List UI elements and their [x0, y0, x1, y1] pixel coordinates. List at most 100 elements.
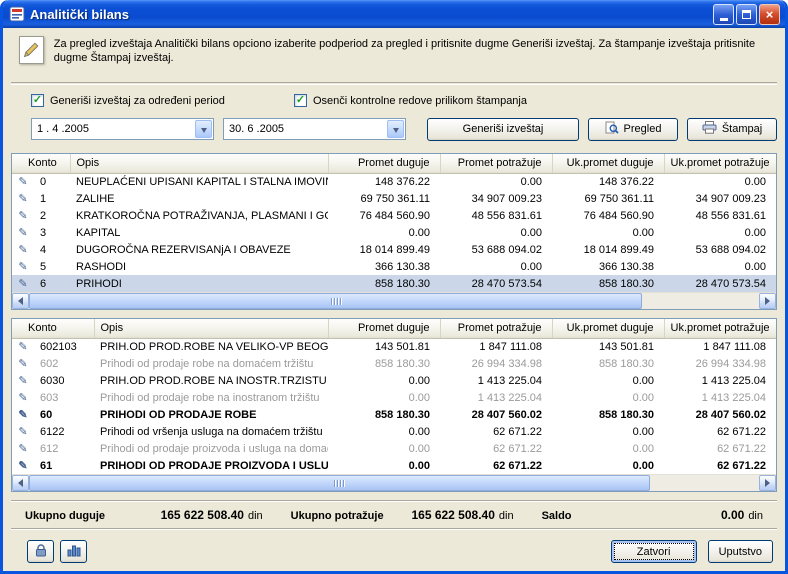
row-edit-button[interactable]: ✎	[12, 355, 34, 372]
row-edit-button[interactable]: ✎	[12, 423, 34, 440]
up-cell: 0.00	[664, 258, 776, 275]
pencil-icon: ✎	[18, 358, 27, 370]
scrollbar-track[interactable]	[29, 293, 759, 309]
table-row[interactable]: ✎1ZALIHE69 750 361.1134 907 009.2369 750…	[12, 190, 776, 207]
date-from-picker[interactable]: 1 . 4 .2005	[31, 118, 214, 140]
row-edit-button[interactable]: ✎	[12, 241, 34, 258]
scrollbar-thumb[interactable]	[29, 475, 650, 491]
konto-cell: 6030	[34, 372, 94, 389]
lock-button[interactable]	[27, 540, 54, 563]
table-row[interactable]: ✎5RASHODI366 130.380.00366 130.380.00	[12, 258, 776, 275]
ud-cell: 858 180.30	[552, 406, 664, 423]
scrollbar-track[interactable]	[29, 475, 759, 491]
header-promet-potrazuje[interactable]: Promet potražuje	[440, 319, 552, 338]
pp-cell: 28 407 560.02	[440, 406, 552, 423]
scroll-left-button[interactable]	[12, 475, 29, 491]
lock-icon	[35, 544, 47, 560]
table-row[interactable]: ✎6PRIHODI858 180.3028 470 573.54858 180.…	[12, 275, 776, 292]
header-uk-promet-duguje[interactable]: Uk.promet duguje	[552, 154, 664, 173]
close-button[interactable]: ×	[759, 4, 780, 25]
titlebar[interactable]: Analitički bilans ×	[3, 0, 785, 28]
header-konto[interactable]: Konto	[12, 154, 70, 173]
row-edit-button[interactable]: ✎	[12, 440, 34, 457]
row-edit-button[interactable]: ✎	[12, 224, 34, 241]
table-row[interactable]: ✎4DUGOROČNA REZERVISANjA I OBAVEZE18 014…	[12, 241, 776, 258]
table-row[interactable]: ✎3KAPITAL0.000.000.000.00	[12, 224, 776, 241]
date-to-picker[interactable]: 30. 6 .2005	[223, 118, 406, 140]
options-row: ✓ Generiši izveštaj za određeni period ✓…	[11, 93, 777, 108]
opis-cell: Prihodi od prodaje robe na domaćem tržiš…	[94, 355, 328, 372]
header-uk-promet-potrazuje[interactable]: Uk.promet potražuje	[664, 154, 776, 173]
pp-cell: 62 671.22	[440, 440, 552, 457]
saldo-value: 0.00	[721, 508, 744, 522]
row-edit-button[interactable]: ✎	[12, 406, 34, 423]
up-cell: 1 413 225.04	[664, 372, 776, 389]
header-uk-promet-duguje[interactable]: Uk.promet duguje	[552, 319, 664, 338]
header-promet-duguje[interactable]: Promet duguje	[328, 319, 440, 338]
table-row[interactable]: ✎612Prihodi od prodaje proizvoda i uslug…	[12, 440, 776, 457]
header-opis[interactable]: Opis	[70, 154, 328, 173]
table-header-row: Konto Opis Promet duguje Promet potražuj…	[12, 319, 776, 338]
row-edit-button[interactable]: ✎	[12, 372, 34, 389]
pd-cell: 148 376.22	[328, 173, 440, 190]
ud-cell: 366 130.38	[552, 258, 664, 275]
total-credit-group: Ukupno potražuje 165 622 508.40din	[291, 506, 542, 524]
row-edit-button[interactable]: ✎	[12, 258, 34, 275]
table-row[interactable]: ✎2KRATKOROČNA POTRAŽIVANJA, PLASMANI I G…	[12, 207, 776, 224]
row-edit-button[interactable]: ✎	[12, 389, 34, 406]
table-row[interactable]: ✎0NEUPLAĆENI UPISANI KAPITAL I STALNA IM…	[12, 173, 776, 190]
chart-button[interactable]	[60, 540, 87, 563]
horizontal-scrollbar[interactable]	[12, 292, 776, 309]
ud-cell: 0.00	[552, 423, 664, 440]
row-edit-button[interactable]: ✎	[12, 338, 34, 355]
pd-cell: 143 501.81	[328, 338, 440, 355]
header-promet-duguje[interactable]: Promet duguje	[328, 154, 440, 173]
row-edit-button[interactable]: ✎	[12, 275, 34, 292]
info-panel: Za pregled izveštaja Analitički bilans o…	[13, 36, 775, 76]
pd-cell: 18 014 899.49	[328, 241, 440, 258]
row-edit-button[interactable]: ✎	[12, 190, 34, 207]
scroll-left-button[interactable]	[12, 293, 29, 309]
pd-cell: 76 484 560.90	[328, 207, 440, 224]
ud-cell: 858 180.30	[552, 275, 664, 292]
pd-cell: 0.00	[328, 440, 440, 457]
print-button[interactable]: Štampaj	[687, 118, 777, 141]
table-row[interactable]: ✎60PRIHODI OD PRODAJE ROBE858 180.3028 4…	[12, 406, 776, 423]
horizontal-scrollbar[interactable]	[12, 474, 776, 491]
scroll-right-button[interactable]	[759, 293, 776, 309]
up-cell: 48 556 831.61	[664, 207, 776, 224]
currency-unit: din	[748, 510, 763, 522]
period-checkbox-box[interactable]: ✓	[31, 94, 44, 107]
close-window-button[interactable]: Zatvori	[611, 540, 697, 563]
help-button[interactable]: Uputstvo	[708, 540, 773, 563]
header-konto[interactable]: Konto	[12, 319, 94, 338]
header-promet-potrazuje[interactable]: Promet potražuje	[440, 154, 552, 173]
table-row[interactable]: ✎602103PRIH.OD PROD.ROBE NA VELIKO-VP BE…	[12, 338, 776, 355]
scroll-right-button[interactable]	[759, 475, 776, 491]
up-cell: 28 407 560.02	[664, 406, 776, 423]
arrow-left-icon	[14, 297, 23, 305]
generate-report-button[interactable]: Generiši izveštaj	[427, 118, 579, 141]
row-edit-button[interactable]: ✎	[12, 173, 34, 190]
minimize-button[interactable]	[713, 4, 734, 25]
date-to-dropdown-button[interactable]	[387, 120, 404, 138]
header-opis[interactable]: Opis	[94, 319, 328, 338]
table-row[interactable]: ✎603Prihodi od prodaje robe na inostrano…	[12, 389, 776, 406]
opis-cell: PRIHODI	[70, 275, 328, 292]
table-row[interactable]: ✎61PRIHODI OD PRODAJE PROIZVODA I USLUGA…	[12, 457, 776, 474]
shade-checkbox-box[interactable]: ✓	[294, 94, 307, 107]
dialog-content: Za pregled izveštaja Analitički bilans o…	[3, 28, 785, 571]
total-credit-value: 165 622 508.40	[411, 508, 494, 522]
table-row[interactable]: ✎6122Prihodi od vršenja usluga na domaće…	[12, 423, 776, 440]
maximize-button[interactable]	[736, 4, 757, 25]
row-edit-button[interactable]: ✎	[12, 207, 34, 224]
header-uk-promet-potrazuje[interactable]: Uk.promet potražuje	[664, 319, 776, 338]
table-row[interactable]: ✎6030PRIH.OD PROD.ROBE NA INOSTR.TRZISTU…	[12, 372, 776, 389]
scrollbar-thumb[interactable]	[29, 293, 642, 309]
shade-checkbox[interactable]: ✓ Osenči kontrolne redove prilikom štamp…	[294, 94, 527, 107]
preview-button[interactable]: Pregled	[588, 118, 678, 141]
table-row[interactable]: ✎602Prihodi od prodaje robe na domaćem t…	[12, 355, 776, 372]
period-checkbox[interactable]: ✓ Generiši izveštaj za određeni period	[31, 94, 294, 107]
row-edit-button[interactable]: ✎	[12, 457, 34, 474]
date-from-dropdown-button[interactable]	[195, 120, 212, 138]
